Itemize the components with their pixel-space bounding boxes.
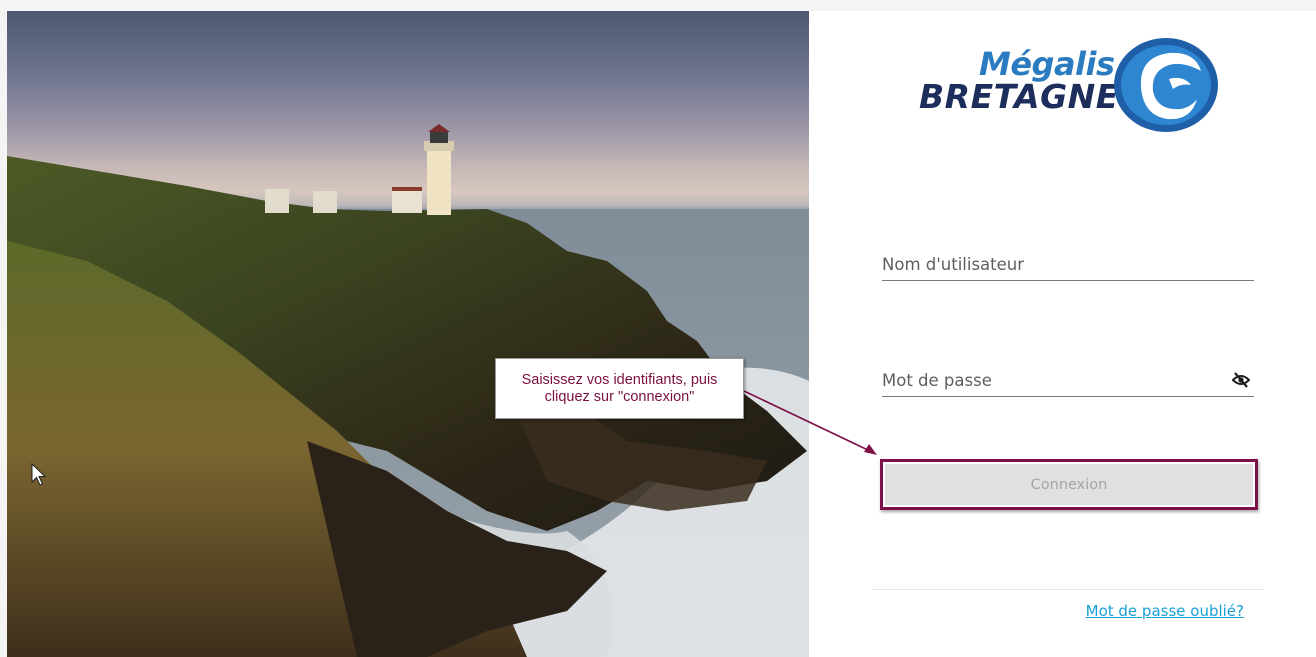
username-input[interactable]: [882, 245, 1254, 280]
megalis-logo: Mégalis BRETAGNE: [919, 35, 1229, 145]
connect-button-highlight: Connexion: [880, 459, 1258, 510]
lighthouse-landscape: [7, 124, 809, 657]
divider: [872, 589, 1263, 590]
logo-line2: BRETAGNE: [919, 77, 1119, 116]
password-input[interactable]: [882, 361, 1254, 396]
password-field: [882, 361, 1254, 397]
forgot-password-link[interactable]: Mot de passe oublié?: [1086, 602, 1244, 620]
eye-slash-icon[interactable]: [1232, 372, 1250, 388]
background-photo: [7, 11, 809, 657]
login-panel: Mégalis BRETAGNE Connexion Mot de passe …: [809, 11, 1316, 657]
connect-button[interactable]: Connexion: [885, 464, 1253, 505]
annotation-callout: Saisissez vos identifiants, puis cliquez…: [495, 358, 744, 419]
mouse-cursor-icon: [31, 463, 47, 486]
swirl-globe-icon: [1114, 38, 1218, 132]
username-field: [882, 245, 1254, 281]
